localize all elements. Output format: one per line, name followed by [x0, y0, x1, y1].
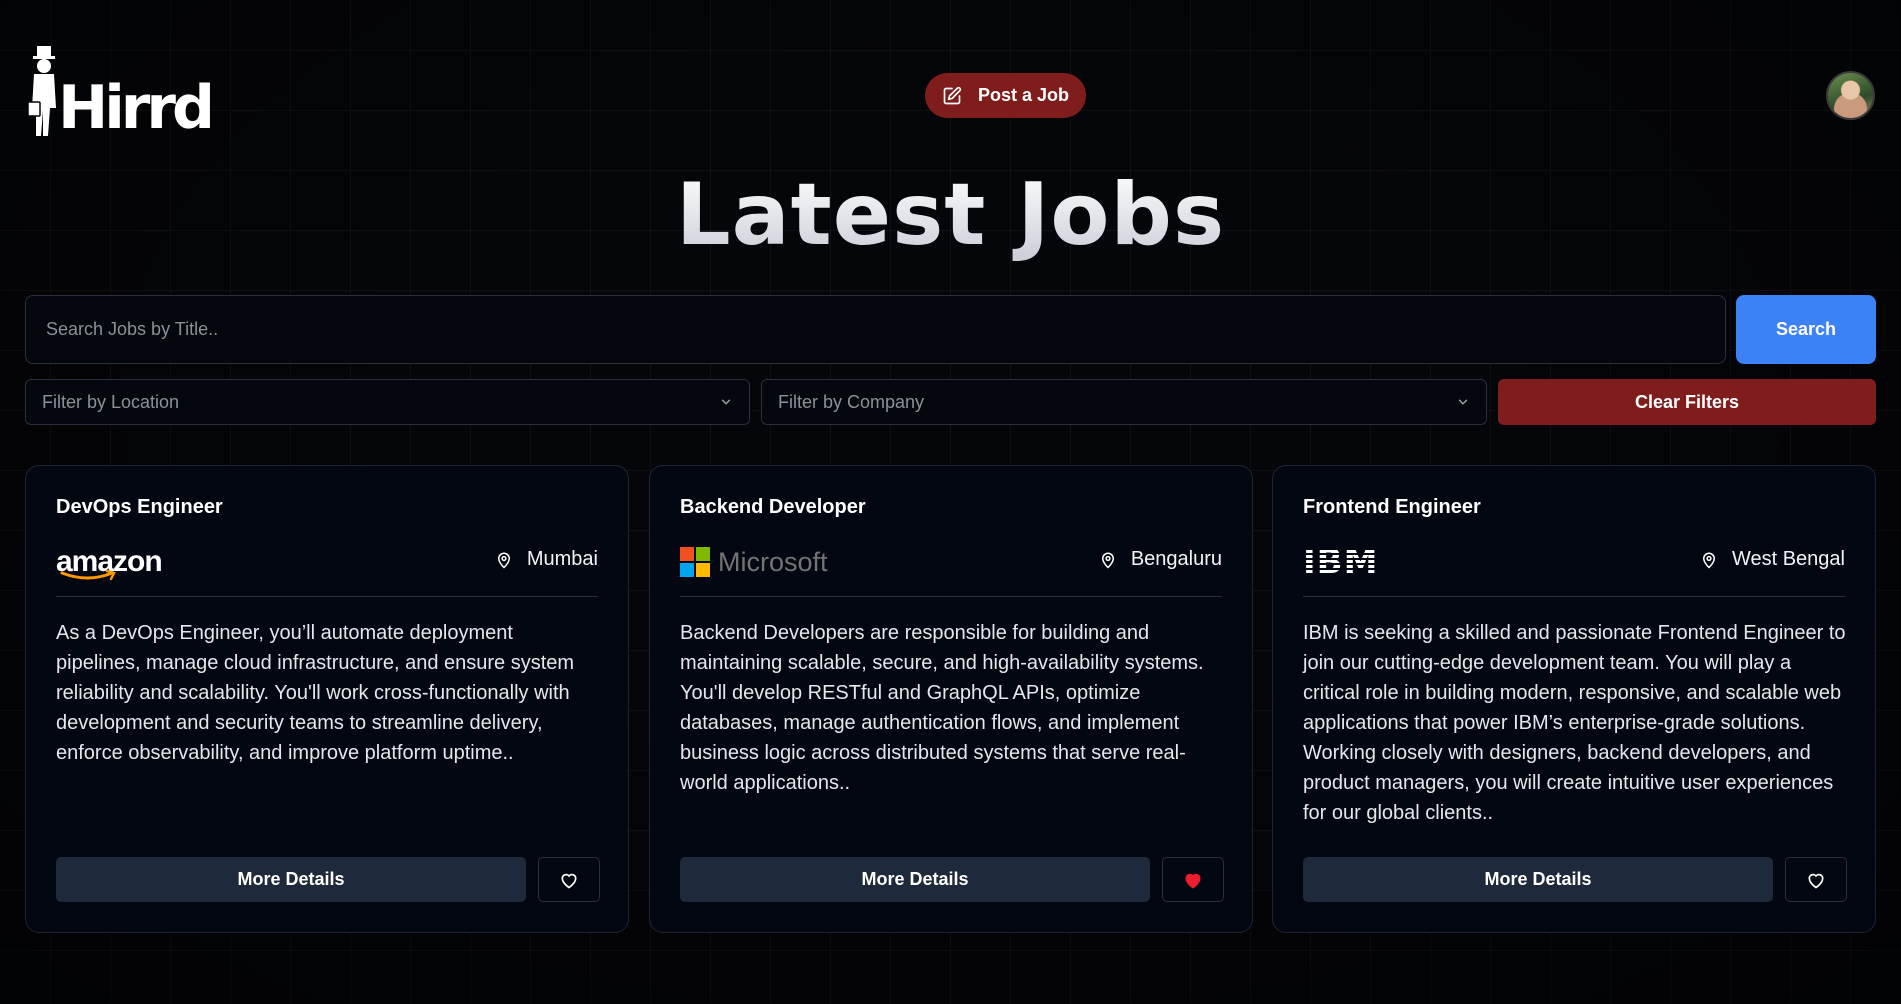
microsoft-squares-icon — [680, 547, 710, 577]
divider — [56, 596, 598, 597]
save-job-button[interactable] — [538, 857, 600, 902]
job-description: Backend Developers are responsible for b… — [680, 622, 1204, 794]
avatar[interactable] — [1826, 71, 1875, 120]
company-filter-select[interactable]: Filter by Company — [761, 379, 1487, 425]
job-location: Mumbai — [495, 548, 598, 571]
map-pin-icon — [497, 552, 510, 569]
save-job-button[interactable] — [1785, 857, 1847, 902]
post-job-button[interactable]: Post a Job — [925, 73, 1086, 118]
job-title: Frontend Engineer — [1303, 496, 1481, 518]
amazon-smile-icon — [60, 570, 116, 581]
logo-text: Hirrd — [58, 73, 215, 143]
job-description: IBM is seeking a skilled and passionate … — [1303, 622, 1846, 824]
logo-gentleman-icon — [28, 46, 56, 136]
edit-icon — [943, 86, 962, 104]
company-logo-amazon: amazon — [56, 544, 163, 581]
chevron-down-icon — [1458, 399, 1468, 405]
job-title: DevOps Engineer — [56, 496, 223, 518]
post-job-label: Post a Job — [977, 85, 1070, 105]
job-card: Backend Developer Microsoft Bengaluru Ba… — [649, 465, 1253, 933]
job-card: Frontend Engineer IBM West Bengal IBM is… — [1272, 465, 1876, 933]
heart-outline-icon — [561, 873, 577, 888]
more-details-button[interactable]: More Details — [680, 857, 1150, 902]
ibm-logo-text: IBM — [1303, 542, 1379, 582]
location-filter-select[interactable]: Filter by Location — [25, 379, 750, 425]
clear-filters-button[interactable]: Clear Filters — [1498, 379, 1876, 425]
job-location-label: West Bengal — [1731, 548, 1845, 570]
header: Hirrd Post a Job — [0, 0, 1901, 150]
map-pin-icon — [1702, 552, 1715, 569]
heart-outline-icon — [1808, 873, 1824, 888]
divider — [680, 596, 1222, 597]
job-location-label: Mumbai — [526, 548, 598, 570]
job-card: DevOps Engineer amazon Mumbai As a DevOp… — [25, 465, 629, 933]
company-filter-placeholder: Filter by Company — [778, 391, 925, 412]
microsoft-logo-text: Microsoft — [718, 546, 828, 577]
company-logo-ibm: IBM — [1303, 544, 1378, 580]
job-description: As a DevOps Engineer, you’ll automate de… — [56, 622, 575, 764]
more-details-button[interactable]: More Details — [1303, 857, 1773, 902]
search-input[interactable] — [25, 295, 1726, 364]
job-location-label: Bengaluru — [1130, 548, 1222, 570]
search-button[interactable]: Search — [1736, 295, 1876, 364]
map-pin-icon — [1101, 552, 1114, 569]
saved-job-button[interactable] — [1162, 857, 1224, 902]
job-title: Backend Developer — [680, 496, 866, 518]
divider — [1303, 596, 1845, 597]
more-details-button[interactable]: More Details — [56, 857, 526, 902]
company-logo-microsoft: Microsoft — [680, 544, 828, 580]
page-title: Latest Jobs — [0, 165, 1901, 265]
heart-filled-icon — [1185, 873, 1201, 888]
chevron-down-icon — [721, 399, 731, 405]
logo[interactable]: Hirrd — [28, 46, 215, 143]
job-location: Bengaluru — [1099, 548, 1222, 571]
job-location: West Bengal — [1700, 548, 1845, 571]
location-filter-placeholder: Filter by Location — [42, 391, 180, 412]
